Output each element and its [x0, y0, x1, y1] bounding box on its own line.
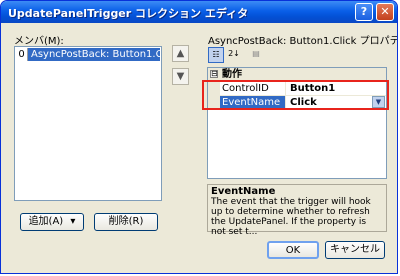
dropdown-arrow-icon[interactable]: ▾ — [70, 216, 75, 227]
property-toolbar: ☷ 2↓ ▤ — [208, 47, 268, 63]
title-bar[interactable]: UpdatePanelTrigger コレクション エディタ ? ✕ — [1, 1, 397, 23]
members-list[interactable]: 0 AsyncPostBack: Button1.Click — [14, 46, 162, 201]
collapse-icon[interactable]: ⊟ — [210, 70, 218, 78]
members-label: メンバ(M): — [14, 36, 64, 47]
list-item-text: AsyncPostBack: Button1.Click — [28, 48, 160, 61]
row-gutter — [208, 96, 220, 109]
add-button-label: 追加(A) — [28, 216, 64, 227]
window-title: UpdatePanelTrigger コレクション エディタ — [8, 7, 249, 20]
category-label: 動作 — [222, 69, 242, 80]
alphabetical-icon[interactable]: 2↓ — [226, 47, 242, 63]
description-text: The event that the trigger will hook up … — [211, 197, 371, 237]
property-name: ControlID — [220, 82, 286, 95]
remove-button[interactable]: 削除(R) — [94, 213, 158, 231]
list-item[interactable]: 0 AsyncPostBack: Button1.Click — [16, 48, 160, 61]
move-up-button[interactable]: ▲ — [172, 45, 189, 62]
list-item-index: 0 — [16, 48, 28, 61]
property-pages-icon[interactable]: ▤ — [248, 47, 264, 63]
description-title: EventName — [211, 186, 276, 197]
cancel-button[interactable]: キャンセル — [325, 241, 385, 259]
close-button[interactable]: ✕ — [376, 3, 394, 21]
property-row-eventname[interactable]: EventName Click ▼ — [208, 96, 386, 110]
property-value[interactable]: Button1 — [288, 82, 386, 95]
categorized-icon[interactable]: ☷ — [208, 47, 224, 63]
add-button[interactable]: 追加(A) ▾ — [20, 213, 84, 231]
move-down-button[interactable]: ▼ — [172, 68, 189, 85]
description-panel: EventName The event that the trigger wil… — [207, 184, 387, 237]
properties-label: AsyncPostBack: Button1.Click プロパティ(... — [208, 36, 398, 47]
category-row[interactable]: ⊟ 動作 — [208, 68, 386, 81]
collection-editor-dialog: UpdatePanelTrigger コレクション エディタ ? ✕ メンバ(M… — [0, 0, 398, 274]
property-row-controlid[interactable]: ControlID Button1 — [208, 82, 386, 96]
row-gutter — [208, 82, 220, 95]
chevron-down-icon[interactable]: ▼ — [372, 96, 385, 108]
property-grid[interactable]: ⊟ 動作 ControlID Button1 EventName Click ▼ — [207, 67, 387, 179]
help-button[interactable]: ? — [355, 3, 373, 21]
ok-button[interactable]: OK — [267, 241, 319, 259]
property-name: EventName — [220, 96, 286, 109]
